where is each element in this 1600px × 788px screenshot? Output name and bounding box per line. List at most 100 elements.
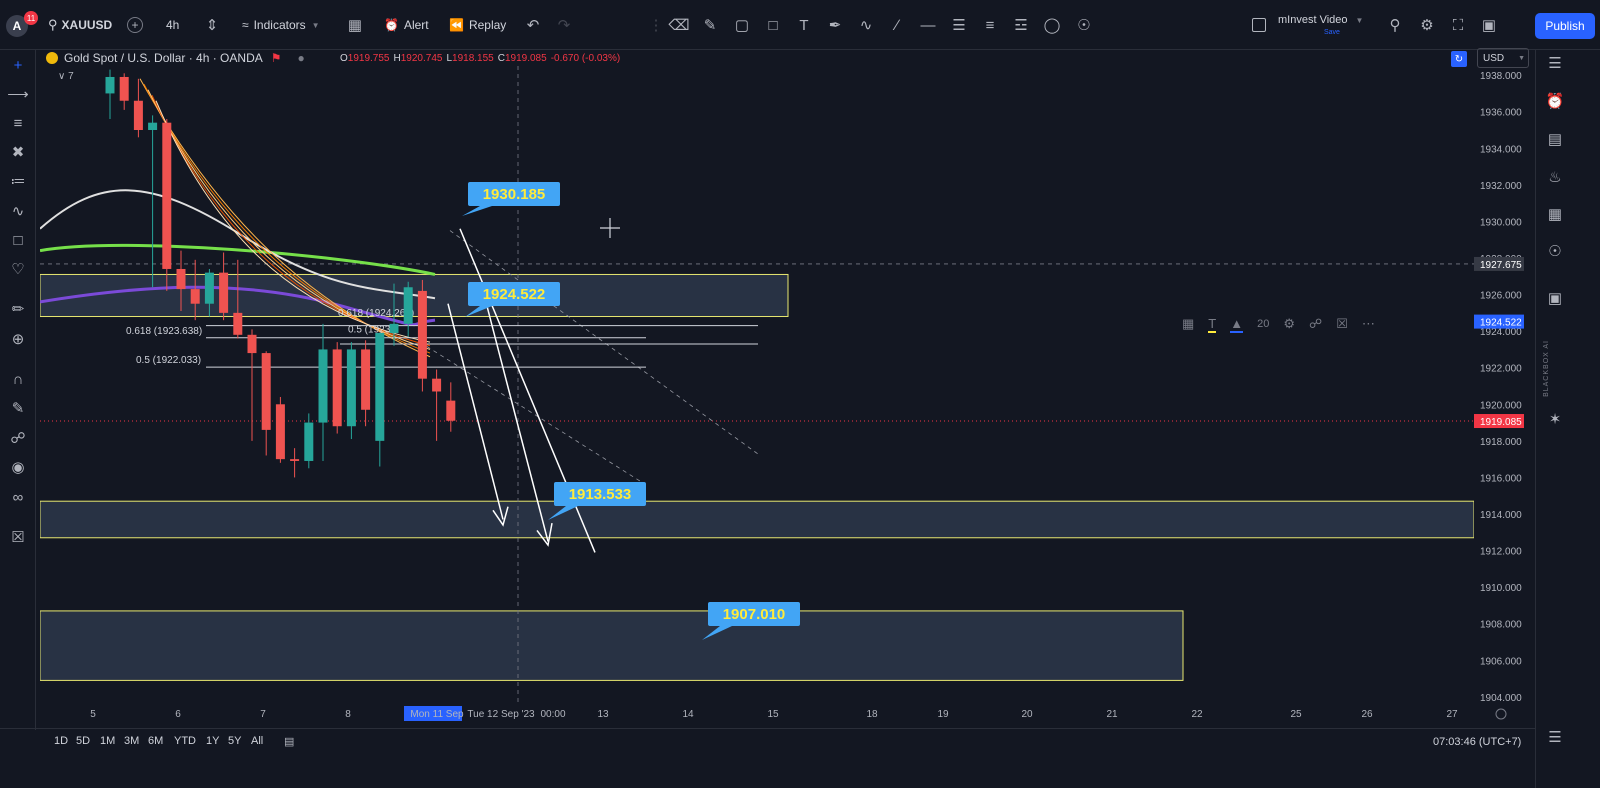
timeframe-1m[interactable]: 1M — [100, 735, 115, 747]
gear-icon[interactable]: ⚙ — [1418, 16, 1436, 34]
eraser-icon[interactable]: ⌫ — [668, 16, 689, 34]
gear-icon[interactable]: ⚙ — [1283, 316, 1295, 332]
candle-body — [361, 349, 371, 410]
trash-icon[interactable]: ☒ — [1336, 316, 1348, 332]
text-note-icon[interactable]: □ — [7, 229, 29, 251]
time-tick-label: 26 — [1361, 709, 1373, 720]
replay-button[interactable]: ⏪ Replay — [449, 13, 506, 37]
pencil-lock-icon[interactable]: ✎ — [7, 397, 29, 419]
camera-icon[interactable]: ▣ — [1480, 16, 1498, 34]
chart-legend[interactable]: Gold Spot / U.S. Dollar · 4h · OANDA ⚑ ● — [46, 50, 305, 66]
drawing-settings-toolbar: ▦ T ▲ 20 ⚙ ☍ ☒ ⋯ — [1170, 311, 1435, 337]
crosshair-icon[interactable]: + — [7, 54, 29, 76]
crosshair-price-label: 1927.675 — [1480, 260, 1522, 271]
projection-icon[interactable]: ≔ — [7, 170, 29, 192]
measure-icon[interactable]: ☲ — [1012, 16, 1030, 34]
hotlist-icon[interactable]: ♨ — [1544, 166, 1566, 188]
calendar-icon[interactable]: ▦ — [1544, 203, 1566, 225]
trend-line-icon[interactable]: ∕ — [888, 16, 906, 34]
time-tick-label: Tue 12 Sep '23 — [467, 709, 535, 720]
layout-name[interactable]: mInvest Video ▼ — [1278, 8, 1363, 32]
trend-line-icon[interactable]: ⟶ — [7, 83, 29, 105]
text-icon[interactable]: T — [795, 16, 813, 34]
extension-icon[interactable]: ✶ — [1544, 408, 1566, 430]
price-tick-label: 1922.000 — [1480, 364, 1522, 375]
sync-icon[interactable]: ↻ — [1451, 51, 1467, 67]
pattern-icon[interactable]: ✖ — [7, 141, 29, 163]
callout-icon[interactable]: ▢ — [733, 16, 751, 34]
link-icon[interactable]: ∞ — [7, 486, 29, 508]
font-size-value[interactable]: 20 — [1257, 318, 1269, 330]
price-axis[interactable]: 1938.000 1936.000 1934.000 1932.000 1930.000… — [1474, 66, 1535, 706]
zoom-icon[interactable]: ⊕ — [7, 328, 29, 350]
heart-icon[interactable]: ♡ — [7, 258, 29, 280]
more-icon[interactable]: ● — [298, 51, 305, 65]
brush-icon[interactable]: ∿ — [7, 200, 29, 222]
watchlist-icon[interactable]: ☰ — [1544, 52, 1566, 74]
magnet-icon[interactable]: ∩ — [7, 368, 29, 390]
layout-checkbox[interactable] — [1252, 13, 1266, 37]
timeframe-1d[interactable]: 1D — [54, 735, 68, 747]
price-tick-label: 1908.000 — [1480, 620, 1522, 631]
text-color-icon[interactable]: T — [1208, 316, 1217, 333]
timeframe-5d[interactable]: 5D — [76, 735, 90, 747]
path-icon[interactable]: ∿ — [857, 16, 875, 34]
timeframe-5y[interactable]: 5Y — [228, 735, 241, 747]
chat-icon[interactable]: ▣ — [1544, 287, 1566, 309]
fullscreen-icon[interactable]: ⛶ — [1449, 16, 1467, 34]
fill-color-icon[interactable]: ▲ — [1230, 316, 1244, 333]
ideas-icon[interactable]: ☉ — [1544, 240, 1566, 262]
rectangle-icon[interactable]: □ — [764, 16, 782, 34]
price-tick-label: 1912.000 — [1480, 547, 1522, 558]
search-chart-icon[interactable]: ⚲ — [1386, 16, 1404, 34]
top-toolbar: A 11 ⚲ XAUUSD + 4h ⇕ ≈ Indicators ▼ ▦ ⏰ … — [0, 0, 1600, 50]
indicators-button[interactable]: ≈ Indicators ▼ — [242, 13, 320, 37]
redo-icon[interactable]: ↷ — [555, 16, 573, 34]
comment-icon[interactable]: ◯ — [1043, 16, 1061, 34]
publish-button[interactable]: Publish — [1535, 13, 1595, 39]
parallel-channel-icon[interactable]: ☰ — [950, 16, 968, 34]
horizontal-ray-icon[interactable]: — — [919, 16, 937, 34]
more-icon[interactable]: ⋯ — [1362, 316, 1375, 332]
timeframe-ytd[interactable]: YTD — [174, 735, 196, 747]
templates-icon[interactable]: ▦ — [346, 16, 364, 34]
price-tick-label: 1904.000 — [1480, 693, 1522, 704]
template-icon[interactable]: ▦ — [1182, 316, 1194, 332]
pen-icon[interactable]: ✒ — [826, 16, 844, 34]
price-tick-label: 1934.000 — [1480, 144, 1522, 155]
object-tree-icon[interactable]: ▤ — [1544, 128, 1566, 150]
date-range-icon[interactable]: ▤ — [284, 735, 294, 748]
price-chart[interactable]: 0.618 (1923.638) 0.5 (1922.033) 0.618 (192… — [40, 66, 1474, 706]
trash-icon[interactable]: ☒ — [7, 526, 29, 548]
timeframe-6m[interactable]: 6M — [148, 735, 163, 747]
brush-icon[interactable]: ✎ — [701, 16, 719, 34]
ruler-icon[interactable]: ✏ — [7, 298, 29, 320]
drag-handle-icon[interactable]: ⋮ — [647, 16, 665, 34]
lock-icon[interactable]: ☍ — [7, 427, 29, 449]
fib-retracement-icon[interactable]: ≡ — [7, 112, 29, 134]
timeframe-1y[interactable]: 1Y — [206, 735, 219, 747]
layers-icon[interactable]: ☰ — [1544, 726, 1566, 748]
currency-select[interactable]: USD ▼ — [1477, 48, 1529, 68]
chevron-down-icon: ▼ — [1355, 15, 1364, 25]
alarm-clock-icon[interactable]: ⏰ — [1544, 90, 1566, 112]
timeframe-3m[interactable]: 3M — [124, 735, 139, 747]
price-tick-label: 1918.000 — [1480, 437, 1522, 448]
symbol-search[interactable]: ⚲ XAUUSD — [48, 13, 112, 37]
compare-button[interactable]: + — [127, 13, 143, 37]
candle-type-icon[interactable]: ⇕ — [203, 16, 221, 34]
time-tick-label: 5 — [90, 709, 96, 720]
time-axis[interactable]: 5 6 7 8 Mon 11 Sep Tue 12 Sep '23 00:00 13 14 15 1… — [40, 706, 1535, 722]
lock-icon[interactable]: ☍ — [1309, 316, 1322, 332]
settings-circle-icon[interactable]: ☉ — [1075, 16, 1093, 34]
interval-button[interactable]: 4h — [166, 13, 179, 37]
timeframe-all[interactable]: All — [251, 735, 263, 747]
flag-icon[interactable]: ⚑ — [271, 51, 282, 65]
left-drawing-toolbar: + ⟶ ≡ ✖ ≔ ∿ □ ♡ ✏ ⊕ ∩ ✎ ☍ ◉ ∞ ☒ — [0, 50, 36, 730]
clock[interactable]: 07:03:46 (UTC+7) — [1433, 736, 1521, 748]
undo-icon[interactable]: ↶ — [524, 16, 542, 34]
fib-icon[interactable]: ≡ — [981, 16, 999, 34]
candle-body — [403, 287, 413, 324]
alert-button[interactable]: ⏰ Alert — [384, 13, 429, 37]
eye-icon[interactable]: ◉ — [7, 456, 29, 478]
